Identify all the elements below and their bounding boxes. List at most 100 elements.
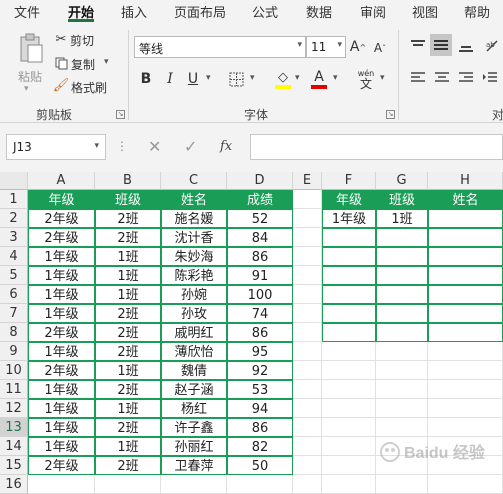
cell-h8[interactable]	[428, 323, 503, 342]
cell-g12[interactable]	[376, 399, 428, 418]
tab-review[interactable]: 审阅	[360, 2, 386, 21]
clipboard-launcher-icon[interactable]: ↘	[116, 110, 125, 119]
decrease-font-icon[interactable]: Aˇ	[372, 40, 388, 56]
tab-view[interactable]: 视图	[412, 2, 438, 21]
cell-e3[interactable]	[293, 228, 322, 247]
cell-f7[interactable]	[322, 304, 376, 323]
cell-d8[interactable]: 86	[227, 323, 293, 342]
tab-file[interactable]: 文件	[14, 2, 40, 21]
row-header-11[interactable]: 11	[0, 380, 28, 399]
column-header-g[interactable]: G	[376, 172, 428, 190]
indent-icon[interactable]	[480, 68, 500, 88]
cell-g7[interactable]	[376, 304, 428, 323]
row-header-8[interactable]: 8	[0, 323, 28, 342]
cell-g4[interactable]	[376, 247, 428, 266]
cell-f9[interactable]	[322, 342, 376, 361]
insert-function-icon[interactable]: fx	[220, 139, 232, 154]
cell-a3[interactable]: 2年级	[28, 228, 95, 247]
row-header-16[interactable]: 16	[0, 475, 28, 494]
cell-b12[interactable]: 1班	[95, 399, 161, 418]
orientation-icon[interactable]: ab	[482, 36, 502, 56]
cell-a14[interactable]: 1年级	[28, 437, 95, 456]
align-center-icon[interactable]	[432, 68, 452, 88]
cell-b13[interactable]: 2班	[95, 418, 161, 437]
bold-button[interactable]: B	[138, 70, 154, 88]
tab-help[interactable]: 帮助	[464, 2, 490, 21]
phonetic-guide-icon[interactable]: wén 文	[354, 68, 378, 90]
cell-a16[interactable]	[28, 475, 95, 494]
copy-button[interactable]: 复制	[71, 56, 95, 73]
row-header-10[interactable]: 10	[0, 361, 28, 380]
cell-g1[interactable]: 班级	[376, 190, 428, 209]
cell-h2[interactable]	[428, 209, 503, 228]
tab-page-layout[interactable]: 页面布局	[174, 2, 226, 21]
cell-e11[interactable]	[293, 380, 322, 399]
cell-g10[interactable]	[376, 361, 428, 380]
cell-d10[interactable]: 92	[227, 361, 293, 380]
cell-h1[interactable]: 姓名	[428, 190, 503, 209]
column-header-d[interactable]: D	[227, 172, 293, 190]
row-header-7[interactable]: 7	[0, 304, 28, 323]
cell-d16[interactable]	[227, 475, 293, 494]
cell-a9[interactable]: 1年级	[28, 342, 95, 361]
cell-e14[interactable]	[293, 437, 322, 456]
cell-h5[interactable]	[428, 266, 503, 285]
cell-f11[interactable]	[322, 380, 376, 399]
cell-f6[interactable]	[322, 285, 376, 304]
cell-d9[interactable]: 95	[227, 342, 293, 361]
cell-d2[interactable]: 52	[227, 209, 293, 228]
cell-f8[interactable]	[322, 323, 376, 342]
cell-d11[interactable]: 53	[227, 380, 293, 399]
cell-e9[interactable]	[293, 342, 322, 361]
borders-icon[interactable]	[228, 71, 244, 87]
cell-b11[interactable]: 2班	[95, 380, 161, 399]
column-header-f[interactable]: F	[322, 172, 376, 190]
cut-button[interactable]: 剪切	[70, 32, 94, 49]
cell-e12[interactable]	[293, 399, 322, 418]
underline-button[interactable]: U	[185, 70, 201, 88]
cell-h6[interactable]	[428, 285, 503, 304]
phonetic-dropdown-icon[interactable]: ▾	[380, 73, 385, 83]
cell-a1[interactable]: 年级	[28, 190, 95, 209]
cell-c2[interactable]: 施名媛	[161, 209, 227, 228]
cell-f1[interactable]: 年级	[322, 190, 376, 209]
row-header-14[interactable]: 14	[0, 437, 28, 456]
cell-c5[interactable]: 陈彩艳	[161, 266, 227, 285]
cell-g8[interactable]	[376, 323, 428, 342]
tab-data[interactable]: 数据	[306, 2, 332, 21]
cell-e2[interactable]	[293, 209, 322, 228]
enter-icon[interactable]: ✓	[184, 137, 197, 156]
row-header-9[interactable]: 9	[0, 342, 28, 361]
copy-dropdown-icon[interactable]: ▾	[104, 57, 109, 67]
cell-d3[interactable]: 84	[227, 228, 293, 247]
cell-d1[interactable]: 成绩	[227, 190, 293, 209]
column-header-b[interactable]: B	[95, 172, 161, 190]
cell-a2[interactable]: 2年级	[28, 209, 95, 228]
cell-g6[interactable]	[376, 285, 428, 304]
cell-d7[interactable]: 74	[227, 304, 293, 323]
cell-d5[interactable]: 91	[227, 266, 293, 285]
cell-f3[interactable]	[322, 228, 376, 247]
row-header-12[interactable]: 12	[0, 399, 28, 418]
select-all-corner[interactable]	[0, 172, 28, 190]
cell-f14[interactable]	[322, 437, 376, 456]
cell-e7[interactable]	[293, 304, 322, 323]
cell-f15[interactable]	[322, 456, 376, 475]
cell-e13[interactable]	[293, 418, 322, 437]
fill-color-dropdown-icon[interactable]: ▾	[295, 73, 300, 83]
cell-c4[interactable]: 朱妙海	[161, 247, 227, 266]
fill-color-icon[interactable]: ◇	[274, 68, 292, 90]
cell-c8[interactable]: 戚明红	[161, 323, 227, 342]
row-header-13[interactable]: 13	[0, 418, 28, 437]
italic-button[interactable]: I	[162, 70, 178, 88]
column-header-h[interactable]: H	[428, 172, 503, 190]
cell-b9[interactable]: 2班	[95, 342, 161, 361]
cell-b15[interactable]: 2班	[95, 456, 161, 475]
cell-a8[interactable]: 2年级	[28, 323, 95, 342]
cell-b14[interactable]: 1班	[95, 437, 161, 456]
align-middle-icon[interactable]	[430, 34, 452, 56]
cell-c7[interactable]: 孙玫	[161, 304, 227, 323]
cell-f13[interactable]	[322, 418, 376, 437]
cell-b7[interactable]: 2班	[95, 304, 161, 323]
row-header-1[interactable]: 1	[0, 190, 28, 209]
